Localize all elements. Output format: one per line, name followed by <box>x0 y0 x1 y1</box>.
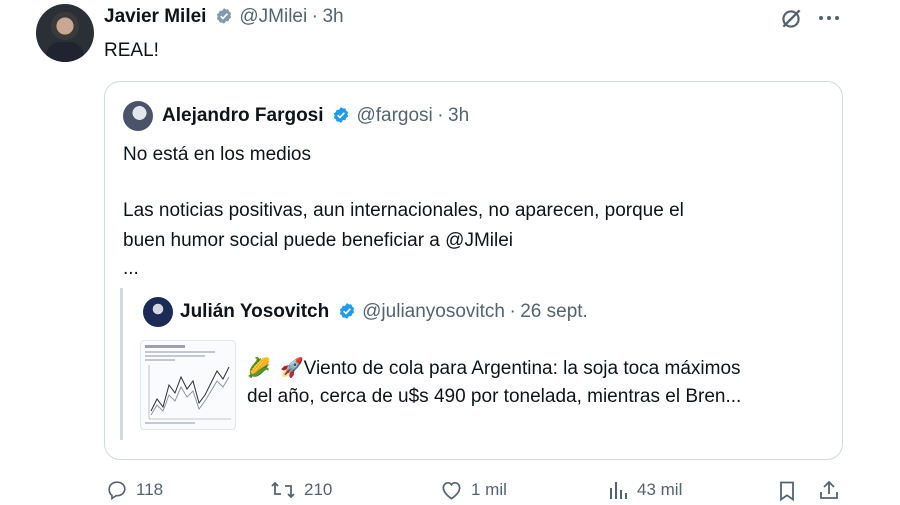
tweet-time[interactable]: 3h <box>322 6 343 27</box>
grok-icon[interactable] <box>778 6 804 32</box>
quote-separator: · <box>437 105 444 126</box>
nested-text-line-1-content: Viento de cola para Argentina: la soja t… <box>303 358 741 379</box>
verified-badge-icon <box>216 8 232 24</box>
nested-time: 26 sept. <box>520 301 588 322</box>
corn-icon: 🌽 <box>247 358 271 379</box>
nested-header: Julián Yosovitch @julianyosovitch · 26 s… <box>180 301 588 323</box>
views-icon <box>610 482 627 499</box>
views-count: 43 mil <box>637 480 683 499</box>
share-icon[interactable] <box>818 479 840 501</box>
quote-header: Alejandro Fargosi @fargosi · 3h <box>162 105 469 127</box>
like-button[interactable]: 1 mil <box>440 479 507 501</box>
tweet-text: REAL! <box>104 40 159 61</box>
quote-text-line-1: No está en los medios <box>123 144 311 165</box>
repost-icon <box>271 481 295 499</box>
author-handle[interactable]: @JMilei <box>239 6 307 27</box>
quote-author-handle: @fargosi <box>356 105 433 126</box>
header-separator: · <box>311 6 318 27</box>
rocket-icon: 🚀 <box>279 358 304 379</box>
nested-author-handle: @julianyosovitch <box>362 301 505 322</box>
reply-icon <box>108 481 126 500</box>
verified-badge-icon <box>333 107 349 123</box>
views-button[interactable]: 43 mil <box>607 479 682 501</box>
quote-text-line-2: Las noticias positivas, aun internaciona… <box>123 200 684 221</box>
reply-button[interactable]: 118 <box>106 479 163 501</box>
reply-count: 118 <box>136 480 164 499</box>
quote-text-ellipsis: ... <box>123 258 139 279</box>
bookmark-icon[interactable] <box>776 480 798 502</box>
quote-author-avatar <box>123 101 153 131</box>
repost-button[interactable]: 210 <box>270 479 332 501</box>
quote-time: 3h <box>448 105 470 126</box>
repost-count: 210 <box>304 480 333 499</box>
quote-author-name: Alejandro Fargosi <box>162 105 324 126</box>
chart-thumbnail[interactable] <box>140 340 236 430</box>
verified-badge-icon <box>339 303 354 319</box>
author-avatar[interactable] <box>36 4 94 62</box>
nested-author-avatar <box>143 297 173 327</box>
chart-thumbnail-image <box>145 345 231 424</box>
nested-author-name: Julián Yosovitch <box>180 301 330 322</box>
more-options-icon[interactable] <box>817 8 841 28</box>
quote-text-line-3: buen humor social puede beneficiar a @JM… <box>123 230 514 251</box>
like-count: 1 mil <box>471 480 507 499</box>
nested-quote-bar <box>120 288 123 440</box>
author-name[interactable]: Javier Milei <box>104 6 206 27</box>
nested-text-line-2: del año, cerca de u$s 490 por tonelada, … <box>247 386 742 407</box>
tweet-header: Javier Milei @JMilei · 3h <box>104 6 344 28</box>
nested-separator: · <box>509 301 516 322</box>
nested-text-line-1: 🌽 🚀Viento de cola para Argentina: la soj… <box>247 355 741 383</box>
heart-icon <box>442 481 461 500</box>
